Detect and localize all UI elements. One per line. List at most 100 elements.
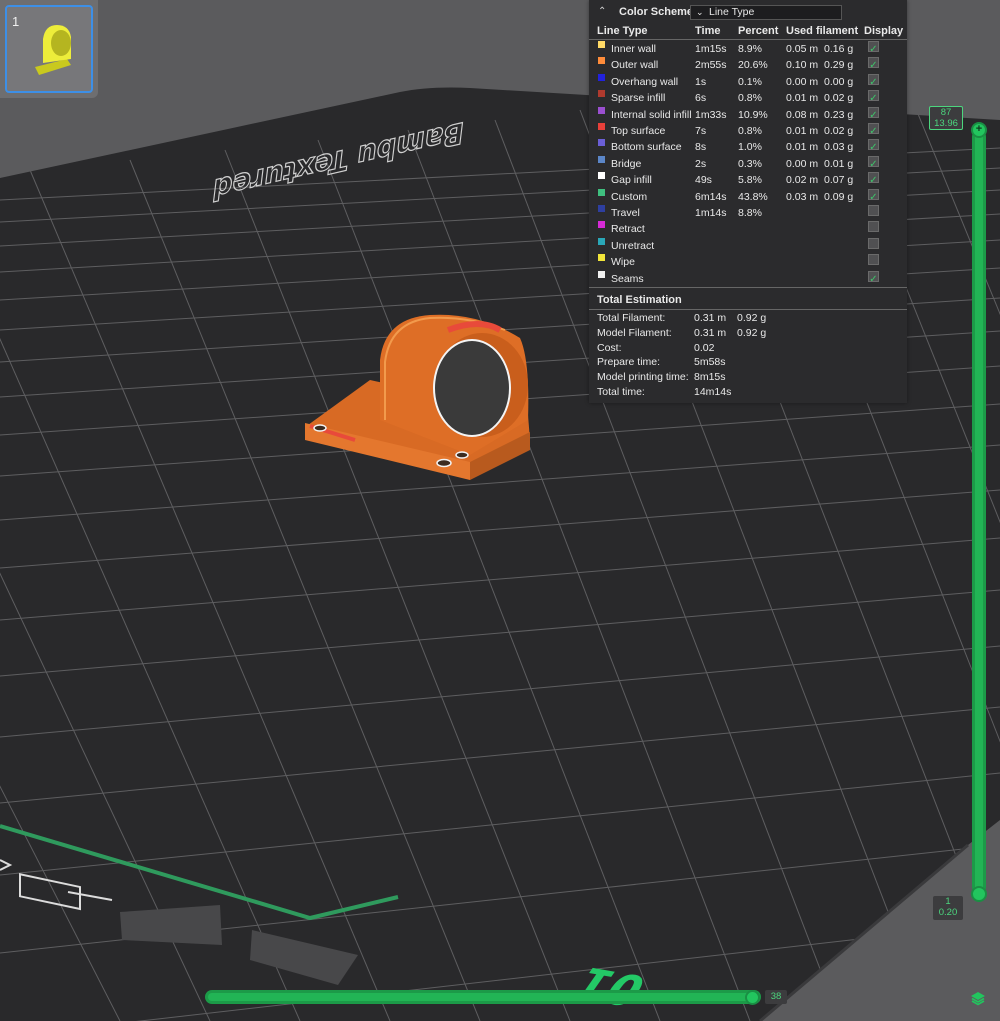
display-checkbox[interactable]: ✓	[868, 188, 879, 203]
estimation-extra: 0.92 g	[737, 312, 767, 324]
display-checkbox[interactable]: ✓	[868, 73, 879, 88]
estimation-value: 0.31 m	[694, 312, 727, 324]
chevron-up-double-icon[interactable]: ⌃	[598, 6, 606, 17]
line-type-color-swatch	[598, 123, 605, 130]
line-type-weight: 0.29 g	[824, 59, 854, 72]
display-checkbox[interactable]	[868, 254, 879, 266]
layer-slider-bottom-handle[interactable]	[971, 886, 987, 902]
plus-icon: +	[975, 123, 983, 135]
line-type-color-swatch	[598, 106, 605, 114]
line-type-length: 0.05 m	[786, 43, 819, 55]
total-estimation-title: Total Estimation	[597, 294, 682, 306]
line-type-name: Top surface	[611, 125, 666, 137]
display-checkbox[interactable]: ✓	[868, 57, 879, 71]
line-type-length: 0.01 m	[786, 92, 819, 105]
divider	[589, 39, 907, 40]
line-type-time: 1m15s	[695, 43, 727, 55]
legend-header: ⌃ Color Scheme ⌄ Line Type	[589, 0, 907, 24]
legend-row: Sparse infill 6s 0.8% 0.01 m 0.02 g ✓	[589, 90, 907, 106]
legend-row: Gap infill 49s 5.8% 0.02 m 0.07 g ✓	[589, 172, 907, 188]
divider	[589, 309, 907, 310]
line-type-color-swatch	[598, 90, 605, 98]
line-type-color-swatch	[598, 205, 605, 212]
column-header-display: Display	[864, 25, 904, 37]
estimation-row: Cost: 0.02	[589, 341, 907, 356]
line-type-time: 1m14s	[695, 207, 727, 219]
move-slider-handle[interactable]	[745, 990, 760, 1005]
display-checkbox[interactable]	[868, 221, 879, 233]
line-type-color-swatch	[598, 41, 605, 48]
line-type-weight: 0.07 g	[824, 174, 854, 187]
line-type-name: Travel	[611, 207, 640, 219]
line-type-color-swatch	[598, 237, 605, 245]
line-type-percent: 43.8%	[738, 190, 768, 203]
line-type-name: Wipe	[611, 256, 635, 269]
display-checkbox[interactable]: ✓	[868, 106, 879, 121]
estimation-row: Prepare time: 5m58s	[589, 355, 907, 370]
estimation-row: Model Filament: 0.31 m 0.92 g	[589, 326, 907, 341]
display-checkbox[interactable]: ✓	[868, 90, 879, 104]
line-type-name: Internal solid infill	[611, 108, 692, 121]
model-preview-icon	[35, 25, 71, 75]
display-checkbox[interactable]: ✓	[868, 41, 879, 55]
column-header-used-filament: Used filament	[786, 25, 859, 37]
line-type-name: Bottom surface	[611, 141, 682, 154]
line-type-time: 2m55s	[695, 59, 727, 72]
line-type-percent: 20.6%	[738, 59, 768, 72]
bottom-layer-height: 0.20	[938, 907, 958, 918]
line-type-percent: 1.0%	[738, 141, 762, 154]
line-type-weight: 0.16 g	[824, 43, 854, 55]
line-type-time: 2s	[695, 157, 707, 170]
legend-row: Seams ✓	[589, 270, 907, 287]
legend-row: Top surface 7s 0.8% 0.01 m 0.02 g ✓	[589, 123, 907, 139]
line-type-weight: 0.00 g	[824, 75, 854, 88]
divider	[589, 287, 907, 288]
line-type-color-swatch	[598, 73, 605, 81]
line-type-percent: 0.3%	[738, 157, 762, 170]
display-checkbox[interactable]: ✓	[868, 155, 879, 170]
legend-row: Travel 1m14s 8.8%	[589, 205, 907, 221]
line-type-name: Gap infill	[611, 174, 652, 187]
line-type-color-swatch	[598, 172, 605, 180]
legend-row: Inner wall 1m15s 8.9% 0.05 m 0.16 g ✓	[589, 41, 907, 57]
top-layer-height: 13.96	[934, 118, 958, 129]
line-type-name: Outer wall	[611, 59, 659, 72]
line-type-color-swatch	[598, 139, 605, 147]
color-scheme-label: Color Scheme	[619, 6, 693, 18]
line-type-color-swatch	[598, 57, 605, 65]
legend-row: Overhang wall 1s 0.1% 0.00 m 0.00 g ✓	[589, 73, 907, 90]
layer-slider-bottom-label: 1 0.20	[933, 896, 963, 920]
line-type-color-swatch	[598, 270, 605, 278]
display-checkbox[interactable]: ✓	[868, 270, 879, 285]
estimation-label: Total Filament:	[597, 312, 666, 324]
estimation-extra: 0.92 g	[737, 326, 767, 339]
line-type-name: Sparse infill	[611, 92, 666, 105]
display-checkbox[interactable]	[868, 205, 879, 216]
plate-thumbnail-number: 1	[12, 14, 20, 29]
column-header-line-type: Line Type	[597, 25, 648, 37]
line-type-length: 0.02 m	[786, 174, 819, 187]
line-type-percent: 0.8%	[738, 92, 762, 105]
line-type-length: 0.01 m	[786, 141, 819, 154]
display-checkbox[interactable]: ✓	[868, 172, 879, 186]
estimation-label: Cost:	[597, 341, 622, 354]
line-type-time: 7s	[695, 125, 707, 137]
line-type-weight: 0.02 g	[824, 92, 854, 105]
layer-slider-top-handle[interactable]: +	[971, 122, 987, 138]
line-type-percent: 5.8%	[738, 174, 762, 187]
display-checkbox[interactable]: ✓	[868, 123, 879, 137]
line-type-length: 0.08 m	[786, 108, 819, 121]
line-type-name: Seams	[611, 272, 644, 285]
line-type-weight: 0.23 g	[824, 108, 854, 121]
layers-icon[interactable]	[970, 990, 986, 1006]
chevron-down-icon: ⌄	[696, 7, 704, 17]
legend-row: Retract	[589, 221, 907, 237]
layer-slider-fill	[975, 133, 983, 891]
display-checkbox[interactable]	[868, 237, 879, 249]
line-type-color-swatch	[598, 188, 605, 196]
line-type-name: Overhang wall	[611, 75, 679, 88]
color-scheme-dropdown[interactable]: ⌄ Line Type	[690, 5, 842, 20]
plate-thumbnail[interactable]: 1	[0, 0, 98, 98]
display-checkbox[interactable]: ✓	[868, 139, 879, 153]
color-scheme-value: Line Type	[709, 6, 755, 18]
